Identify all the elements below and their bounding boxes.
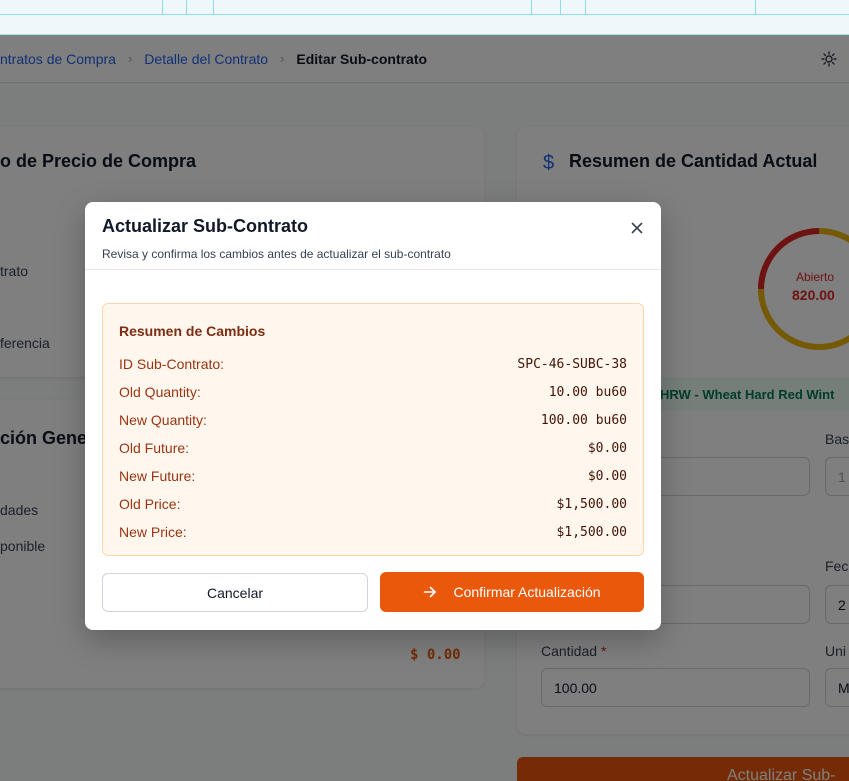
- summary-value: 100.00 bu60: [540, 412, 627, 428]
- summary-label: ID Sub-Contrato:: [119, 356, 225, 372]
- summary-value: $1,500.00: [556, 524, 627, 540]
- summary-label: New Future:: [119, 468, 196, 484]
- summary-value: $0.00: [587, 468, 627, 484]
- summary-row: Old Future: $0.00: [119, 438, 627, 458]
- summary-label: Old Price:: [119, 496, 181, 512]
- top-toolbar-strip: [0, 0, 849, 35]
- summary-row: New Price: $1,500.00: [119, 522, 627, 542]
- summary-label: Old Future:: [119, 440, 190, 456]
- cancel-button[interactable]: Cancelar: [102, 573, 368, 612]
- cancel-button-label: Cancelar: [206, 584, 264, 601]
- summary-row: Old Price: $1,500.00: [119, 494, 627, 514]
- dialog-subtitle: Revisa y confirma los cambios antes de a…: [102, 247, 451, 261]
- close-icon[interactable]: [629, 220, 645, 236]
- changes-summary: Resumen de Cambios ID Sub-Contrato: SPC-…: [102, 303, 644, 556]
- summary-label: Old Quantity:: [119, 384, 201, 400]
- dialog-header: Actualizar Sub-Contrato Revisa y confirm…: [85, 202, 661, 270]
- summary-label: New Price:: [119, 524, 187, 540]
- dialog-title: Actualizar Sub-Contrato: [102, 216, 309, 236]
- summary-label: New Quantity:: [119, 412, 207, 428]
- confirm-update-button[interactable]: Confirmar Actualización: [380, 572, 644, 612]
- summary-value: SPC-46-SUBC-38: [517, 356, 627, 372]
- arrow-right-icon: [424, 586, 437, 598]
- summary-row: ID Sub-Contrato: SPC-46-SUBC-38: [119, 354, 627, 374]
- summary-value: $0.00: [587, 440, 627, 456]
- summary-row: Old Quantity: 10.00 bu60: [119, 382, 627, 402]
- update-subcontract-dialog: Actualizar Sub-Contrato Revisa y confirm…: [85, 202, 661, 630]
- summary-value: 10.00 bu60: [548, 384, 627, 400]
- summary-value: $1,500.00: [556, 496, 627, 512]
- summary-row: New Future: $0.00: [119, 466, 627, 486]
- confirm-button-label: Confirmar Actualización: [453, 584, 601, 600]
- changes-summary-title: Resumen de Cambios: [119, 323, 266, 339]
- summary-row: New Quantity: 100.00 bu60: [119, 410, 627, 430]
